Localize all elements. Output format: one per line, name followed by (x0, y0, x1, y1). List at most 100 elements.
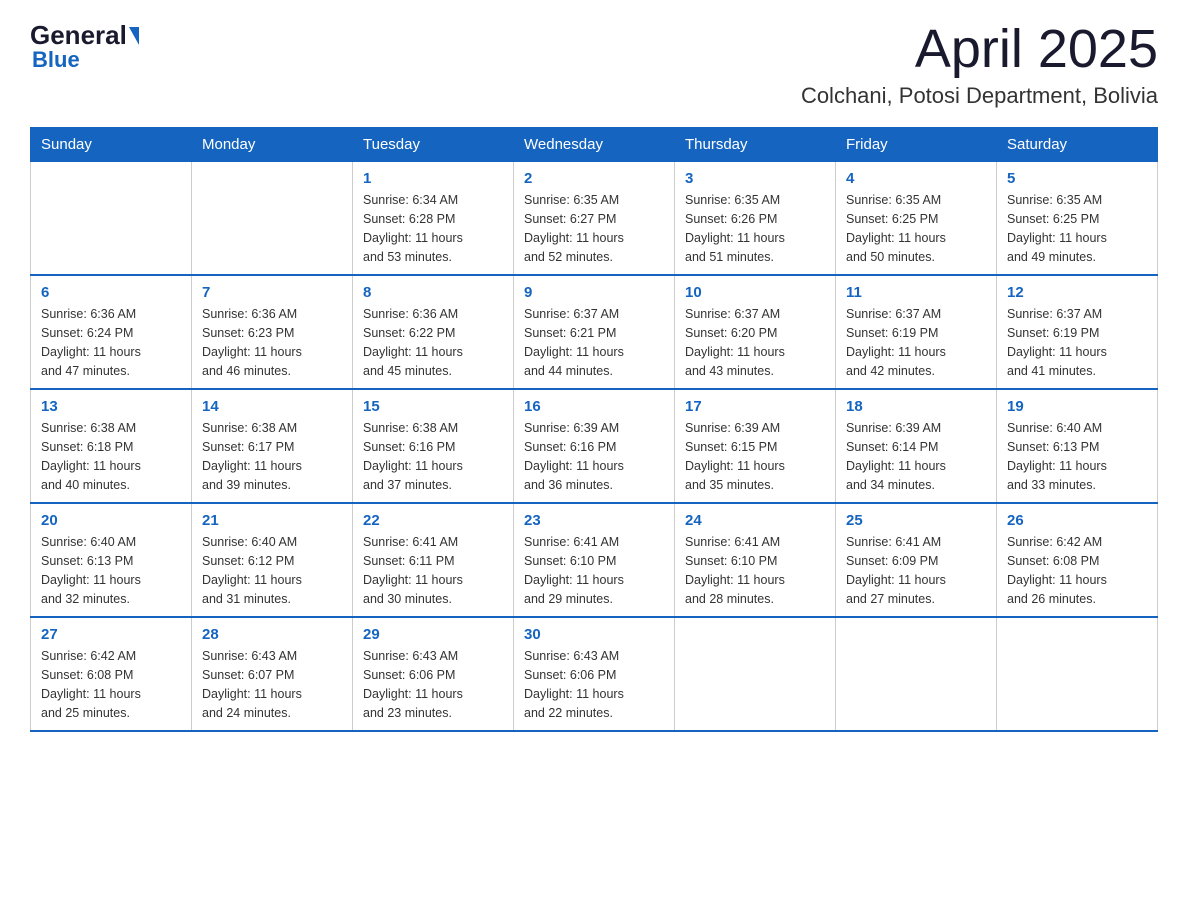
day-number: 6 (41, 284, 181, 301)
day-number: 5 (1007, 170, 1147, 187)
calendar-cell: 7 Sunrise: 6:36 AMSunset: 6:23 PMDaylight… (192, 275, 353, 389)
calendar-cell: 15 Sunrise: 6:38 AMSunset: 6:16 PMDayligh… (353, 389, 514, 503)
day-number: 28 (202, 626, 342, 643)
day-info: Sunrise: 6:35 AMSunset: 6:25 PMDaylight:… (846, 191, 986, 266)
calendar-cell: 5 Sunrise: 6:35 AMSunset: 6:25 PMDaylight… (997, 162, 1158, 276)
day-info: Sunrise: 6:39 AMSunset: 6:16 PMDaylight:… (524, 419, 664, 494)
day-number: 16 (524, 398, 664, 415)
day-info: Sunrise: 6:40 AMSunset: 6:13 PMDaylight:… (41, 533, 181, 608)
calendar-cell (192, 162, 353, 276)
calendar-cell: 30 Sunrise: 6:43 AMSunset: 6:06 PMDayligh… (514, 617, 675, 731)
page-header: General Blue April 2025 Colchani, Potosi… (30, 20, 1158, 109)
logo-triangle-icon (129, 27, 139, 45)
calendar-cell: 21 Sunrise: 6:40 AMSunset: 6:12 PMDayligh… (192, 503, 353, 617)
weekday-header: Friday (836, 128, 997, 162)
calendar-cell: 22 Sunrise: 6:41 AMSunset: 6:11 PMDayligh… (353, 503, 514, 617)
day-info: Sunrise: 6:41 AMSunset: 6:09 PMDaylight:… (846, 533, 986, 608)
day-number: 1 (363, 170, 503, 187)
day-number: 23 (524, 512, 664, 529)
calendar-cell: 20 Sunrise: 6:40 AMSunset: 6:13 PMDayligh… (31, 503, 192, 617)
day-number: 18 (846, 398, 986, 415)
calendar-cell: 13 Sunrise: 6:38 AMSunset: 6:18 PMDayligh… (31, 389, 192, 503)
day-info: Sunrise: 6:35 AMSunset: 6:27 PMDaylight:… (524, 191, 664, 266)
day-number: 3 (685, 170, 825, 187)
day-number: 4 (846, 170, 986, 187)
day-number: 15 (363, 398, 503, 415)
calendar-cell: 10Sunrise: 6:37 AMSunset: 6:20 PMDayligh… (675, 275, 836, 389)
title-block: April 2025 Colchani, Potosi Department, … (801, 20, 1158, 109)
calendar-title: April 2025 (801, 20, 1158, 79)
weekday-header: Wednesday (514, 128, 675, 162)
calendar-cell: 28 Sunrise: 6:43 AMSunset: 6:07 PMDayligh… (192, 617, 353, 731)
calendar-cell: 19 Sunrise: 6:40 AMSunset: 6:13 PMDayligh… (997, 389, 1158, 503)
weekday-header: Sunday (31, 128, 192, 162)
day-info: Sunrise: 6:38 AMSunset: 6:16 PMDaylight:… (363, 419, 503, 494)
day-number: 9 (524, 284, 664, 301)
day-info: Sunrise: 6:43 AMSunset: 6:07 PMDaylight:… (202, 647, 342, 722)
calendar-week-row: 6 Sunrise: 6:36 AMSunset: 6:24 PMDaylight… (31, 275, 1158, 389)
day-info: Sunrise: 6:42 AMSunset: 6:08 PMDaylight:… (1007, 533, 1147, 608)
day-info: Sunrise: 6:43 AMSunset: 6:06 PMDaylight:… (524, 647, 664, 722)
day-info: Sunrise: 6:37 AMSunset: 6:19 PMDaylight:… (846, 305, 986, 380)
day-info: Sunrise: 6:41 AMSunset: 6:10 PMDaylight:… (685, 533, 825, 608)
day-number: 8 (363, 284, 503, 301)
day-info: Sunrise: 6:42 AMSunset: 6:08 PMDaylight:… (41, 647, 181, 722)
calendar-cell: 11 Sunrise: 6:37 AMSunset: 6:19 PMDayligh… (836, 275, 997, 389)
calendar-cell: 16 Sunrise: 6:39 AMSunset: 6:16 PMDayligh… (514, 389, 675, 503)
day-number: 29 (363, 626, 503, 643)
calendar-cell (31, 162, 192, 276)
calendar-cell: 24Sunrise: 6:41 AMSunset: 6:10 PMDayligh… (675, 503, 836, 617)
calendar-cell: 23 Sunrise: 6:41 AMSunset: 6:10 PMDayligh… (514, 503, 675, 617)
day-number: 22 (363, 512, 503, 529)
day-info: Sunrise: 6:40 AMSunset: 6:13 PMDaylight:… (1007, 419, 1147, 494)
calendar-cell: 1 Sunrise: 6:34 AMSunset: 6:28 PMDaylight… (353, 162, 514, 276)
day-number: 21 (202, 512, 342, 529)
day-info: Sunrise: 6:36 AMSunset: 6:23 PMDaylight:… (202, 305, 342, 380)
day-number: 26 (1007, 512, 1147, 529)
calendar-cell (675, 617, 836, 731)
day-info: Sunrise: 6:39 AMSunset: 6:14 PMDaylight:… (846, 419, 986, 494)
day-number: 7 (202, 284, 342, 301)
day-info: Sunrise: 6:39 AMSunset: 6:15 PMDaylight:… (685, 419, 825, 494)
day-info: Sunrise: 6:41 AMSunset: 6:11 PMDaylight:… (363, 533, 503, 608)
calendar-cell: 2 Sunrise: 6:35 AMSunset: 6:27 PMDaylight… (514, 162, 675, 276)
calendar-week-row: 27Sunrise: 6:42 AMSunset: 6:08 PMDayligh… (31, 617, 1158, 731)
calendar-cell: 8 Sunrise: 6:36 AMSunset: 6:22 PMDaylight… (353, 275, 514, 389)
day-number: 25 (846, 512, 986, 529)
calendar-cell: 17 Sunrise: 6:39 AMSunset: 6:15 PMDayligh… (675, 389, 836, 503)
calendar-table: SundayMondayTuesdayWednesdayThursdayFrid… (30, 127, 1158, 732)
day-number: 20 (41, 512, 181, 529)
day-number: 19 (1007, 398, 1147, 415)
day-number: 17 (685, 398, 825, 415)
logo-blue: Blue (32, 47, 80, 73)
weekday-header: Saturday (997, 128, 1158, 162)
day-info: Sunrise: 6:40 AMSunset: 6:12 PMDaylight:… (202, 533, 342, 608)
calendar-cell: 4 Sunrise: 6:35 AMSunset: 6:25 PMDaylight… (836, 162, 997, 276)
day-info: Sunrise: 6:37 AMSunset: 6:21 PMDaylight:… (524, 305, 664, 380)
calendar-header-row: SundayMondayTuesdayWednesdayThursdayFrid… (31, 128, 1158, 162)
day-number: 13 (41, 398, 181, 415)
calendar-cell: 3 Sunrise: 6:35 AMSunset: 6:26 PMDaylight… (675, 162, 836, 276)
day-number: 11 (846, 284, 986, 301)
day-number: 2 (524, 170, 664, 187)
weekday-header: Thursday (675, 128, 836, 162)
day-info: Sunrise: 6:36 AMSunset: 6:22 PMDaylight:… (363, 305, 503, 380)
calendar-cell (836, 617, 997, 731)
calendar-week-row: 20 Sunrise: 6:40 AMSunset: 6:13 PMDayligh… (31, 503, 1158, 617)
calendar-cell (997, 617, 1158, 731)
day-info: Sunrise: 6:34 AMSunset: 6:28 PMDaylight:… (363, 191, 503, 266)
day-info: Sunrise: 6:41 AMSunset: 6:10 PMDaylight:… (524, 533, 664, 608)
day-info: Sunrise: 6:37 AMSunset: 6:19 PMDaylight:… (1007, 305, 1147, 380)
day-info: Sunrise: 6:36 AMSunset: 6:24 PMDaylight:… (41, 305, 181, 380)
calendar-cell: 25 Sunrise: 6:41 AMSunset: 6:09 PMDayligh… (836, 503, 997, 617)
day-info: Sunrise: 6:38 AMSunset: 6:18 PMDaylight:… (41, 419, 181, 494)
weekday-header: Tuesday (353, 128, 514, 162)
calendar-subtitle: Colchani, Potosi Department, Bolivia (801, 83, 1158, 109)
day-number: 30 (524, 626, 664, 643)
day-info: Sunrise: 6:35 AMSunset: 6:26 PMDaylight:… (685, 191, 825, 266)
calendar-week-row: 13 Sunrise: 6:38 AMSunset: 6:18 PMDayligh… (31, 389, 1158, 503)
day-number: 10 (685, 284, 825, 301)
calendar-cell: 18 Sunrise: 6:39 AMSunset: 6:14 PMDayligh… (836, 389, 997, 503)
day-number: 14 (202, 398, 342, 415)
day-info: Sunrise: 6:35 AMSunset: 6:25 PMDaylight:… (1007, 191, 1147, 266)
